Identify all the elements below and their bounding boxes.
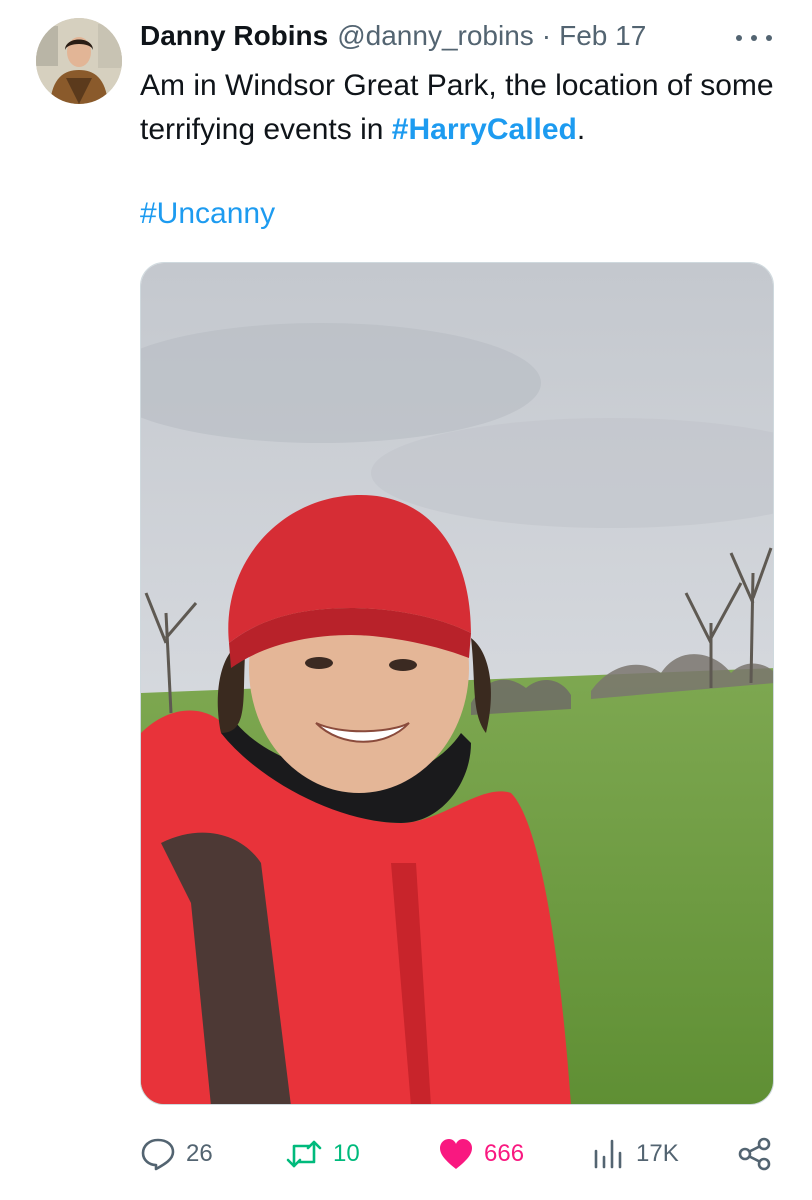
heart-icon — [438, 1137, 474, 1171]
handle[interactable]: @danny_robins — [337, 20, 534, 52]
like-button[interactable]: 666 — [438, 1132, 524, 1176]
display-name[interactable]: Danny Robins — [140, 20, 328, 52]
dot — [736, 35, 742, 41]
tweet-text: Am in Windsor Great Park, the location o… — [140, 64, 780, 236]
retweet-count: 10 — [333, 1140, 360, 1167]
tweet-header: Danny Robins @danny_robins · Feb 17 — [140, 20, 646, 60]
tweet-text-part: . — [576, 113, 586, 146]
tweet: Danny Robins @danny_robins · Feb 17 Am i… — [0, 0, 812, 1200]
bar-chart-icon — [592, 1137, 626, 1171]
views-button[interactable]: 17K — [592, 1132, 679, 1176]
tweet-photo[interactable] — [140, 262, 774, 1105]
dot — [751, 35, 757, 41]
like-count: 666 — [484, 1140, 525, 1167]
hashtag-link[interactable]: #Uncanny — [140, 197, 275, 230]
more-options-icon[interactable] — [736, 26, 772, 50]
dot — [766, 35, 772, 41]
action-bar: 26 10 666 17K — [140, 1132, 780, 1176]
views-count: 17K — [636, 1140, 679, 1167]
speech-bubble-icon — [140, 1136, 176, 1172]
retweet-icon — [285, 1136, 323, 1172]
reply-count: 26 — [186, 1140, 213, 1167]
separator: · — [541, 20, 552, 51]
retweet-button[interactable]: 10 — [285, 1132, 360, 1176]
avatar[interactable] — [36, 18, 122, 104]
timestamp[interactable]: Feb 17 — [559, 20, 646, 52]
share-icon — [737, 1136, 773, 1172]
hashtag-link[interactable]: #HarryCalled — [392, 113, 577, 146]
reply-button[interactable]: 26 — [140, 1132, 213, 1176]
share-button[interactable] — [737, 1132, 773, 1176]
